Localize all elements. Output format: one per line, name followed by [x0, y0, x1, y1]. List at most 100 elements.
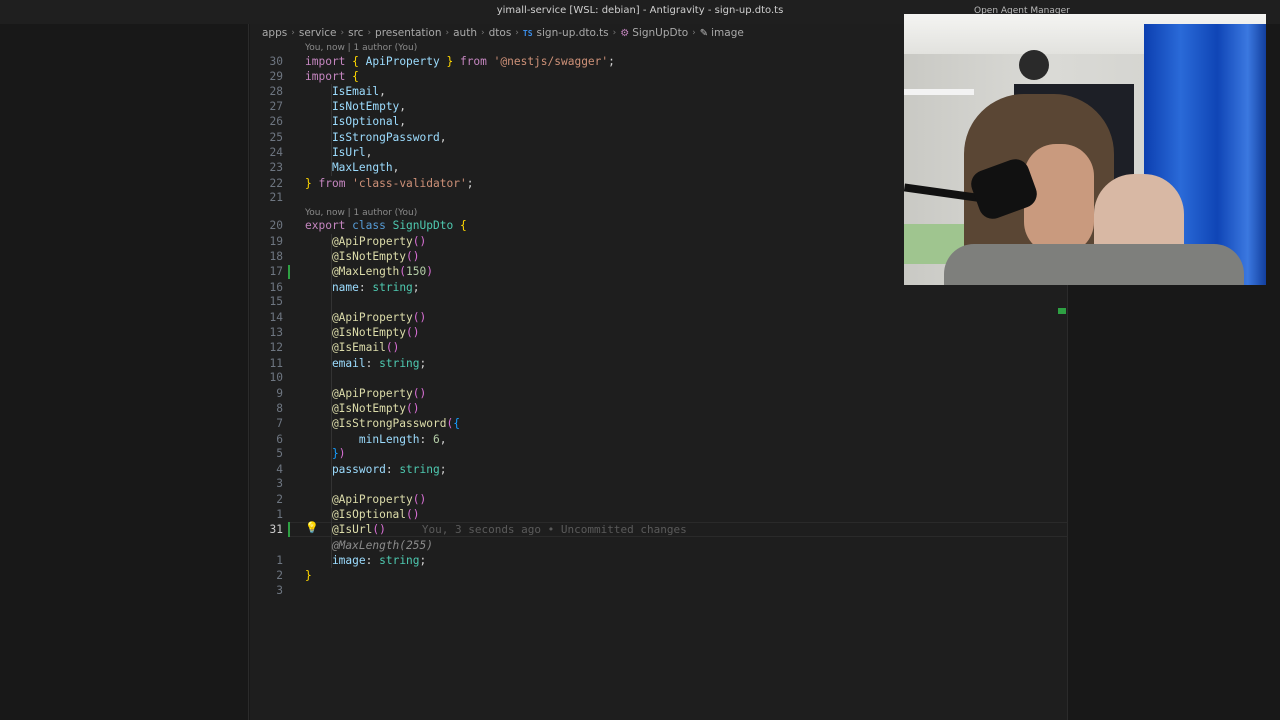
code-token: ): [426, 265, 434, 278]
inline-blame: You, 3 seconds ago • Uncommitted changes: [421, 523, 687, 536]
code-text: @ApiProperty(): [305, 386, 426, 401]
code-line[interactable]: 9 @ApiProperty(): [250, 386, 1068, 401]
code-token: {: [352, 70, 359, 83]
webcam-overlay: [904, 14, 1266, 285]
code-token: @IsNotEmpty: [305, 402, 407, 415]
code-token: import: [305, 55, 353, 68]
code-token: ,: [399, 100, 407, 113]
line-number: 6: [276, 433, 283, 446]
code-token: 'class-validator': [352, 177, 467, 190]
code-line[interactable]: 13 @IsNotEmpty(): [250, 325, 1068, 340]
code-token: (): [406, 326, 420, 339]
line-number: 4: [276, 463, 283, 476]
line-number: 18: [269, 250, 283, 263]
code-text: @ApiProperty(): [305, 234, 426, 249]
code-token: :: [419, 433, 433, 446]
code-line[interactable]: 6 minLength: 6,: [250, 432, 1068, 447]
code-token: ,: [439, 433, 447, 446]
code-token: @ApiProperty: [305, 235, 413, 248]
line-number: 27: [269, 100, 283, 113]
code-token: '@nestjs/swagger': [493, 55, 609, 68]
code-token: name: [305, 281, 359, 294]
code-text: import { ApiProperty } from '@nestjs/swa…: [305, 54, 615, 69]
code-token: (): [406, 250, 420, 263]
code-token: {: [453, 219, 467, 232]
code-text: email: string;: [305, 356, 426, 371]
line-number: 3: [276, 477, 283, 490]
code-token: {: [453, 417, 460, 430]
line-number: 29: [269, 70, 283, 83]
webcam-person-shirt: [944, 244, 1244, 285]
code-text: @ApiProperty(): [305, 310, 426, 325]
code-token: SignUpDto: [392, 219, 454, 232]
line-number: 12: [269, 341, 283, 354]
code-text: @IsOptional(): [305, 507, 420, 522]
webcam-clock: [1019, 50, 1049, 80]
code-line[interactable]: 31 @IsUrl() You, 3 seconds ago • Uncommit…: [250, 522, 1068, 537]
code-line[interactable]: 11 email: string;: [250, 356, 1068, 371]
code-text: }): [305, 446, 346, 461]
code-token: ;: [419, 357, 427, 370]
code-line[interactable]: 3: [250, 476, 1068, 491]
code-token: @IsEmail: [305, 341, 386, 354]
line-number: 17: [269, 265, 283, 278]
code-line[interactable]: 12 @IsEmail(): [250, 340, 1068, 355]
code-token: import: [305, 70, 353, 83]
lightbulb-icon[interactable]: 💡: [305, 521, 319, 534]
code-line[interactable]: @MaxLength(255): [250, 538, 1068, 553]
code-token: {: [352, 55, 366, 68]
code-token: ,: [399, 115, 407, 128]
code-line[interactable]: 1 @IsOptional(): [250, 507, 1068, 522]
code-text: @IsStrongPassword({: [305, 416, 460, 431]
code-token: :: [385, 463, 400, 476]
code-line[interactable]: 14 @ApiProperty(): [250, 310, 1068, 325]
code-token: IsOptional: [305, 115, 400, 128]
code-line[interactable]: 10: [250, 370, 1068, 385]
code-token: (): [372, 523, 386, 536]
code-text: IsNotEmpty,: [305, 99, 406, 114]
code-token: export: [305, 219, 353, 232]
code-token: ,: [392, 161, 400, 174]
code-text: minLength: 6,: [305, 432, 447, 447]
line-number: 19: [269, 235, 283, 248]
code-text: @MaxLength(150): [305, 264, 433, 279]
code-token: }: [439, 55, 454, 68]
code-token: ;: [412, 281, 420, 294]
code-token: IsEmail: [305, 85, 380, 98]
code-token: string: [379, 357, 420, 370]
code-line[interactable]: 1 image: string;: [250, 553, 1068, 568]
code-token: MaxLength: [305, 161, 393, 174]
line-number: 25: [269, 131, 283, 144]
code-token: string: [399, 463, 440, 476]
code-token: }: [305, 447, 339, 460]
code-token: @ApiProperty: [305, 311, 413, 324]
code-line[interactable]: 2 @ApiProperty(): [250, 492, 1068, 507]
code-line[interactable]: 8 @IsNotEmpty(): [250, 401, 1068, 416]
code-line[interactable]: 3: [250, 583, 1068, 598]
code-token: ;: [608, 55, 615, 68]
code-line[interactable]: 5 }): [250, 446, 1068, 461]
code-token: :: [358, 281, 373, 294]
code-line[interactable]: 2}: [250, 568, 1068, 583]
code-token: @IsStrongPassword: [305, 417, 447, 430]
code-token: ,: [379, 85, 386, 98]
code-token: (): [385, 341, 400, 354]
code-token: image: [305, 554, 366, 567]
code-token: from: [318, 177, 353, 190]
code-token: @IsOptional: [305, 508, 407, 521]
code-token: 6: [433, 433, 440, 446]
line-number: 20: [269, 219, 283, 232]
code-text: import {: [305, 69, 359, 84]
line-number: 15: [269, 295, 283, 308]
code-text: IsUrl,: [305, 145, 372, 160]
code-line[interactable]: 7 @IsStrongPassword({: [250, 416, 1068, 431]
left-panel: [0, 24, 249, 720]
code-text: }: [305, 568, 312, 583]
line-number: 31: [269, 523, 283, 536]
code-token: string: [379, 554, 420, 567]
line-number: 24: [269, 146, 283, 159]
code-token: ;: [466, 177, 474, 190]
code-line[interactable]: 15: [250, 294, 1068, 309]
code-text: image: string;: [305, 553, 426, 568]
code-line[interactable]: 4 password: string;: [250, 462, 1068, 477]
